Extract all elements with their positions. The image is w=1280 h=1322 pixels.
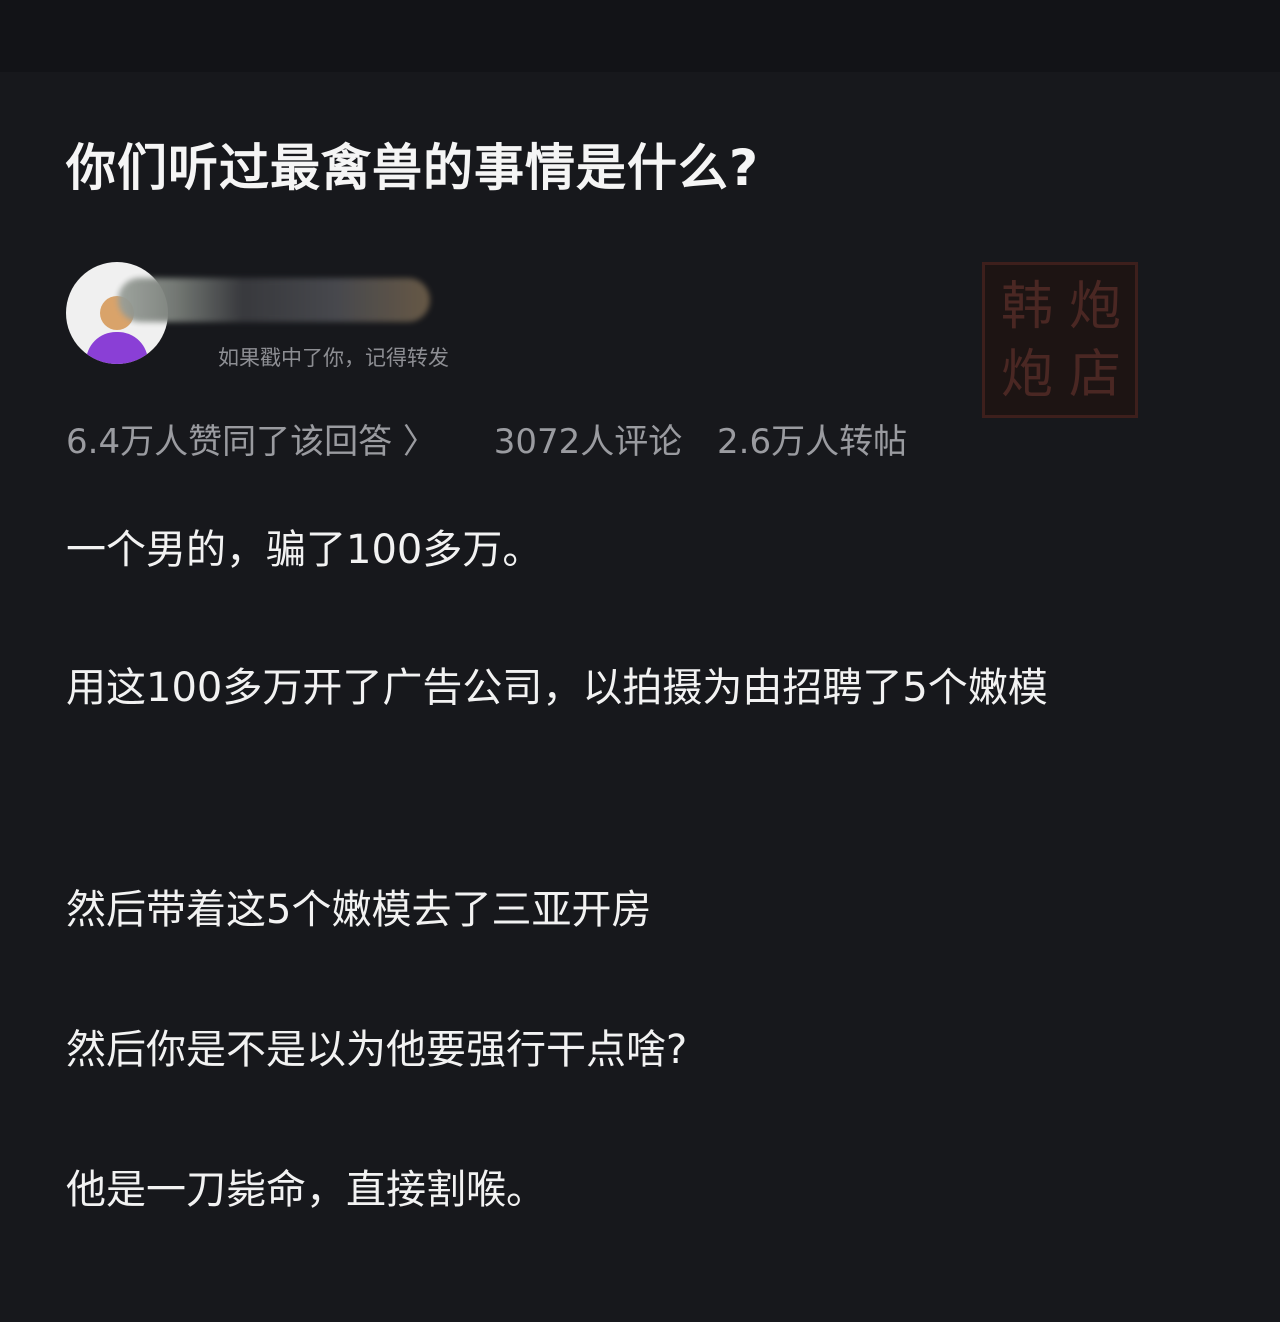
avatar-body-icon [86, 332, 148, 364]
likes-link[interactable]: 6.4万人赞同了该回答 〉 [66, 422, 437, 462]
answer-stats: 6.4万人赞同了该回答 〉 3072人评论 2.6万人转帖 [66, 414, 931, 463]
reposts-count[interactable]: 2.6万人转帖 [717, 422, 907, 462]
answer-paragraph: 一个男的，骗了100多万。 [66, 527, 543, 573]
stamp-char: 店 [1068, 345, 1121, 405]
comments-count[interactable]: 3072人评论 [494, 422, 683, 462]
stamp-char: 韩 [1000, 277, 1053, 337]
stamp-char: 炮 [1068, 277, 1121, 337]
answer-paragraph: 然后带着这5个嫩模去了三亚开房 [66, 887, 652, 933]
author-name-redacted[interactable] [118, 278, 430, 322]
answer-paragraph: 然后你是不是以为他要强行干点啥? [66, 1027, 688, 1073]
seal-stamp: 韩 炮 炮 店 [982, 262, 1138, 418]
stamp-char: 炮 [1000, 345, 1053, 405]
top-bar [0, 0, 1280, 72]
answer-paragraph: 他是一刀毙命，直接割喉。 [66, 1167, 546, 1213]
question-title[interactable]: 你们听过最禽兽的事情是什么? [66, 128, 759, 200]
author-tagline: 如果戳中了你，记得转发 [218, 346, 449, 370]
answer-paragraph: 用这100多万开了广告公司，以拍摄为由招聘了5个嫩模 [66, 665, 1048, 711]
